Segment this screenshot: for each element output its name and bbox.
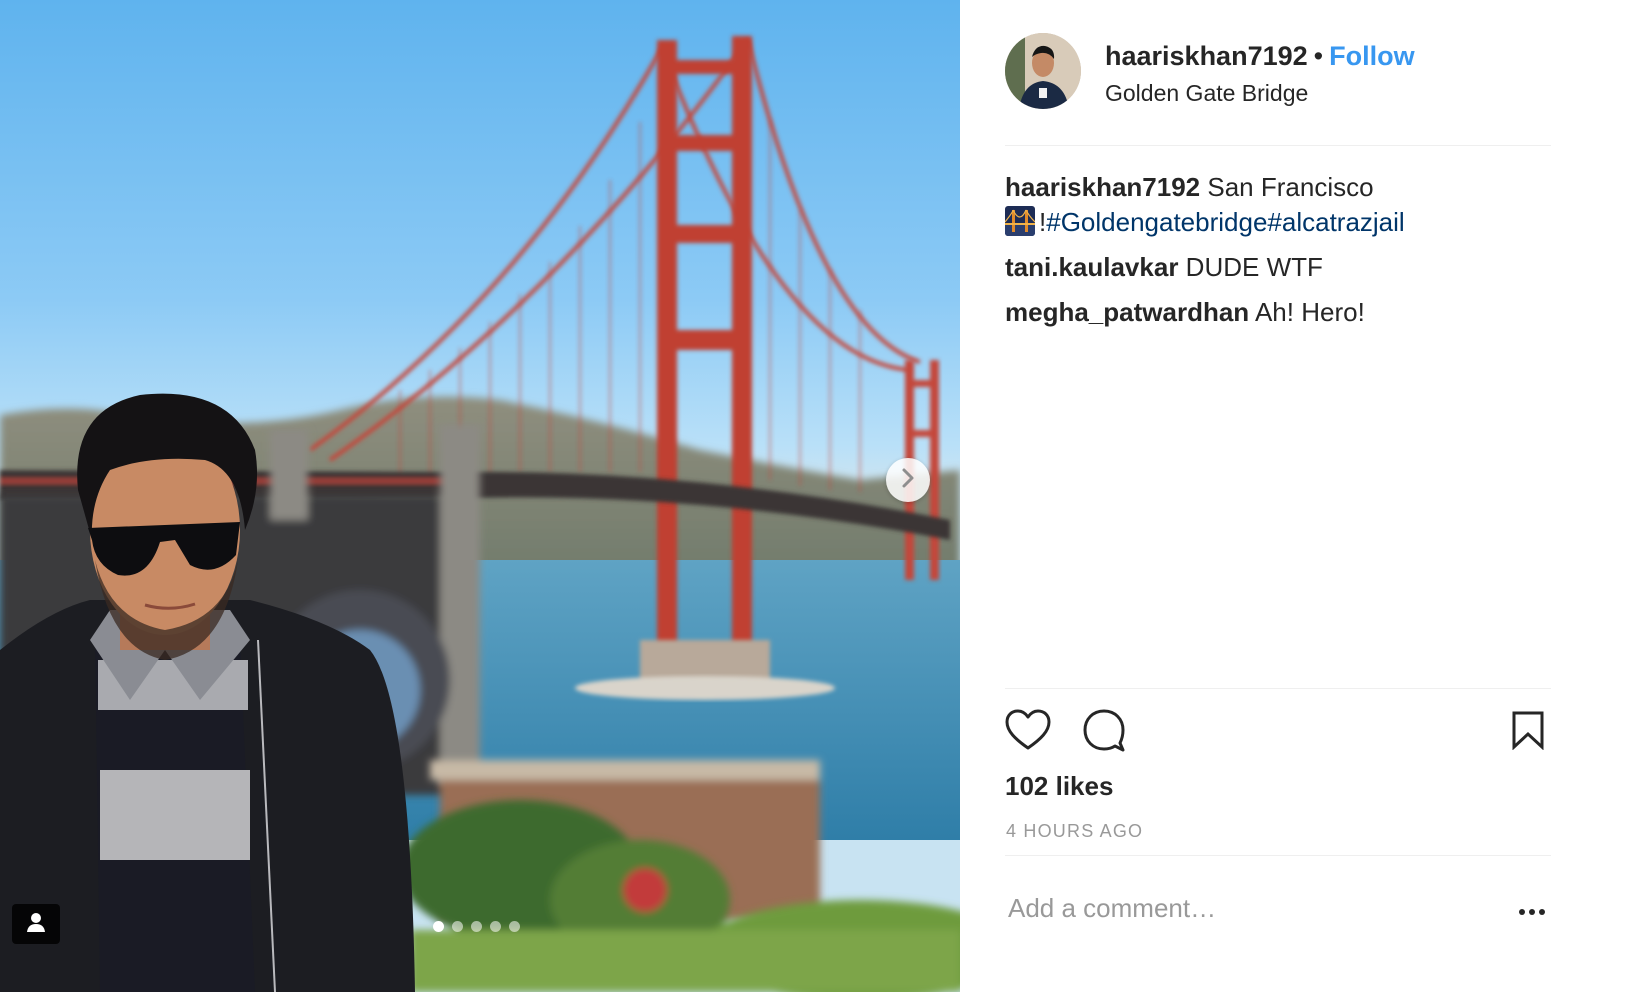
bookmark-icon: [1511, 710, 1545, 755]
comment-username[interactable]: tani.kaulavkar: [1005, 252, 1178, 282]
carousel-dot: [509, 921, 520, 932]
post-header: haariskhan7192 • Follow Golden Gate Bridge: [1005, 33, 1551, 146]
carousel-dots: [433, 921, 520, 932]
post-timestamp[interactable]: 4 HOURS AGO: [1006, 821, 1143, 842]
comments-list: haariskhan7192 San Francisco !#Goldengat…: [1005, 170, 1565, 340]
comment-button[interactable]: [1082, 708, 1126, 757]
carousel-dot: [433, 921, 444, 932]
carousel-dot: [452, 921, 463, 932]
user-tag-icon: [25, 911, 47, 938]
carousel-dot: [490, 921, 501, 932]
caption-text: San Francisco: [1207, 172, 1374, 202]
caption-username[interactable]: haariskhan7192: [1005, 172, 1200, 202]
list-item: megha_patwardhan Ah! Hero!: [1005, 295, 1565, 330]
add-comment-bar: [1005, 855, 1551, 993]
caption: haariskhan7192 San Francisco !#Goldengat…: [1005, 170, 1565, 240]
carousel-next-button[interactable]: [886, 458, 930, 502]
follow-button[interactable]: Follow: [1329, 41, 1414, 71]
avatar[interactable]: [1005, 33, 1081, 109]
user-tag-button[interactable]: [12, 904, 60, 944]
comment-bubble-icon: [1082, 708, 1126, 757]
caption-hashtags[interactable]: #Goldengatebridge#alcatrazjail: [1046, 207, 1404, 237]
post-author-username[interactable]: haariskhan7192: [1105, 41, 1308, 71]
separator-dot: •: [1313, 41, 1324, 71]
post-side-panel: haariskhan7192 • Follow Golden Gate Bridge…: [960, 0, 1650, 992]
more-options-button[interactable]: [1517, 904, 1547, 916]
photo-scene: [0, 36, 960, 992]
comment-text: DUDE WTF: [1185, 252, 1323, 282]
save-button[interactable]: [1510, 710, 1546, 754]
actions-divider: [1005, 688, 1551, 690]
post-header-title: haariskhan7192 • Follow: [1105, 41, 1415, 72]
ellipsis-icon: [1517, 904, 1547, 921]
post-photo[interactable]: [0, 0, 960, 992]
bridge-at-night-emoji-icon: [1005, 206, 1035, 236]
like-button[interactable]: [1005, 709, 1051, 756]
add-comment-input[interactable]: [1008, 888, 1488, 928]
post-location[interactable]: Golden Gate Bridge: [1105, 80, 1308, 107]
heart-icon: [1005, 709, 1051, 756]
list-item: tani.kaulavkar DUDE WTF: [1005, 250, 1565, 285]
likes-count[interactable]: 102 likes: [1005, 771, 1113, 802]
carousel-dot: [471, 921, 482, 932]
comment-text: Ah! Hero!: [1254, 297, 1365, 327]
chevron-right-icon: [899, 467, 917, 494]
comment-username[interactable]: megha_patwardhan: [1005, 297, 1249, 327]
